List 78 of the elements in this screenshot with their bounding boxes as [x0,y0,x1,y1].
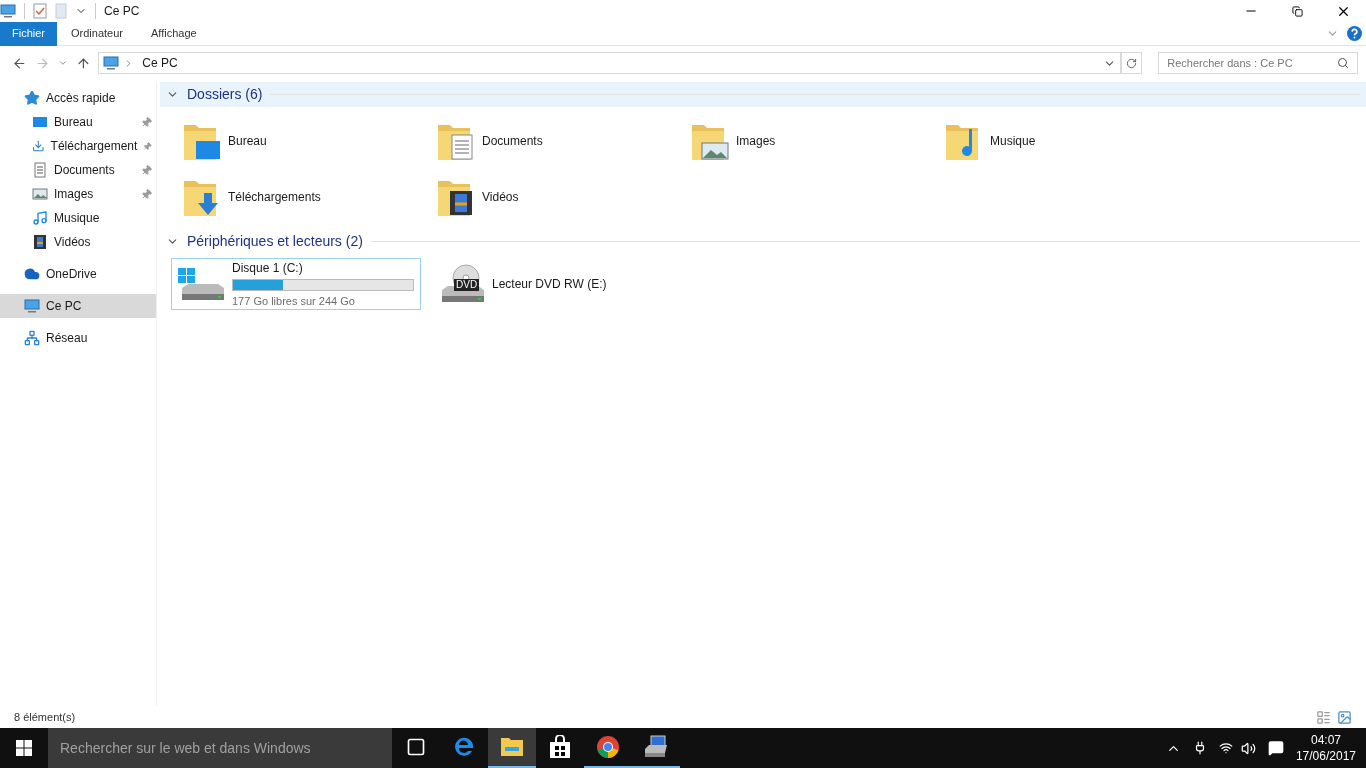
refresh-icon [1125,57,1137,69]
drive-tile[interactable]: Disque 1 (C:) 177 Go libres sur 244 Go [171,258,421,310]
search-icon [1337,57,1349,69]
nav-item[interactable]: Documents [0,158,156,182]
taskbar-search-box[interactable]: Rechercher sur le web et dans Windows [48,728,392,768]
folder-tile[interactable]: Musique [944,113,1198,169]
large-icons-view-icon[interactable] [1337,709,1352,725]
address-bar[interactable]: Ce PC [98,52,1121,74]
computer-icon [0,3,16,19]
drive-name: Disque 1 (C:) [232,259,304,277]
group-header[interactable]: Dossiers (6) [160,82,1366,107]
group-header[interactable]: Périphériques et lecteurs (2) [160,229,1366,254]
task-view-icon [406,737,426,757]
nav-item[interactable]: Musique [0,206,156,230]
computer-network-icon [643,735,669,759]
music-note-icon [32,210,48,226]
star-icon [24,90,40,106]
round-logo-icon [596,735,620,759]
item-count: 8 élément(s) [14,709,76,725]
folder-tile[interactable]: Bureau [182,113,436,169]
shopping-bag-icon [549,735,571,759]
ribbon-tab[interactable]: Fichier [0,21,57,46]
picture-icon [32,186,48,202]
computer-icon [103,55,120,71]
film-icon [32,234,48,250]
notifications-icon[interactable] [1267,740,1284,756]
wifi-icon[interactable] [1218,741,1233,755]
ribbon-tab[interactable]: Ordinateur [57,21,137,46]
taskbar-search-field[interactable]: Rechercher sur le web et dans Windows [60,737,380,759]
nav-label: Vidéos [54,234,92,251]
nav-label: Téléchargement [50,138,138,155]
clock[interactable]: 04:07 17/06/2017 [1295,732,1356,764]
e-logo-icon [452,735,476,759]
checklist-icon [33,3,47,19]
nav-label: OneDrive [46,266,98,283]
window-title: Ce PC [104,3,140,20]
monitor-icon [32,114,48,130]
search-field[interactable]: Rechercher dans : Ce PC [1167,54,1337,72]
speaker-icon[interactable] [1240,740,1256,756]
taskbar-app[interactable] [488,728,536,768]
cloud-icon [24,266,40,282]
document-icon [32,162,48,178]
folder-tile[interactable]: Téléchargements [182,169,436,225]
folder-tile[interactable]: Images [690,113,944,169]
computer-icon [24,298,40,314]
nav-label: Musique [54,210,101,227]
ribbon-tab[interactable]: Affichage [137,21,211,46]
down-arrow-icon [32,138,45,154]
nav-item[interactable]: Vidéos [0,230,156,254]
folder-tile[interactable]: Vidéos [436,169,690,225]
nav-label: Réseau [46,330,89,347]
folder-icon [500,736,524,758]
breadcrumb-item[interactable]: Ce PC [142,54,178,72]
blank-page-icon [55,3,67,19]
drive-name: Lecteur DVD RW (E:) [492,276,608,293]
nav-item[interactable]: Réseau [0,326,156,350]
windows-logo-icon [16,740,32,756]
nav-label: Ce PC [46,298,83,315]
search-box[interactable]: Rechercher dans : Ce PC [1158,52,1358,74]
refresh-button[interactable] [1120,52,1143,74]
restore-icon [1291,5,1303,17]
nav-label: Documents [54,162,116,179]
nav-item[interactable]: Bureau [0,110,156,134]
nav-item[interactable]: Ce PC [0,294,156,318]
hard-drive-icon [178,266,224,302]
help-icon[interactable] [1347,26,1362,41]
folder-tile[interactable]: Documents [436,113,690,169]
nav-item[interactable]: OneDrive [0,262,156,286]
drive-tile[interactable]: DVD Lecteur DVD RW (E:) [431,258,681,310]
nav-item[interactable]: Téléchargement [0,134,156,158]
details-view-icon[interactable] [1316,709,1331,725]
nav-label: Images [54,186,95,203]
nav-item[interactable]: Accès rapide [0,86,156,110]
nav-label: Bureau [54,114,94,131]
nav-label: Accès rapide [46,90,117,107]
free-space-text: 177 Go libres sur 244 Go [232,293,356,309]
network-icon [24,330,40,346]
nav-item[interactable]: Images [0,182,156,206]
